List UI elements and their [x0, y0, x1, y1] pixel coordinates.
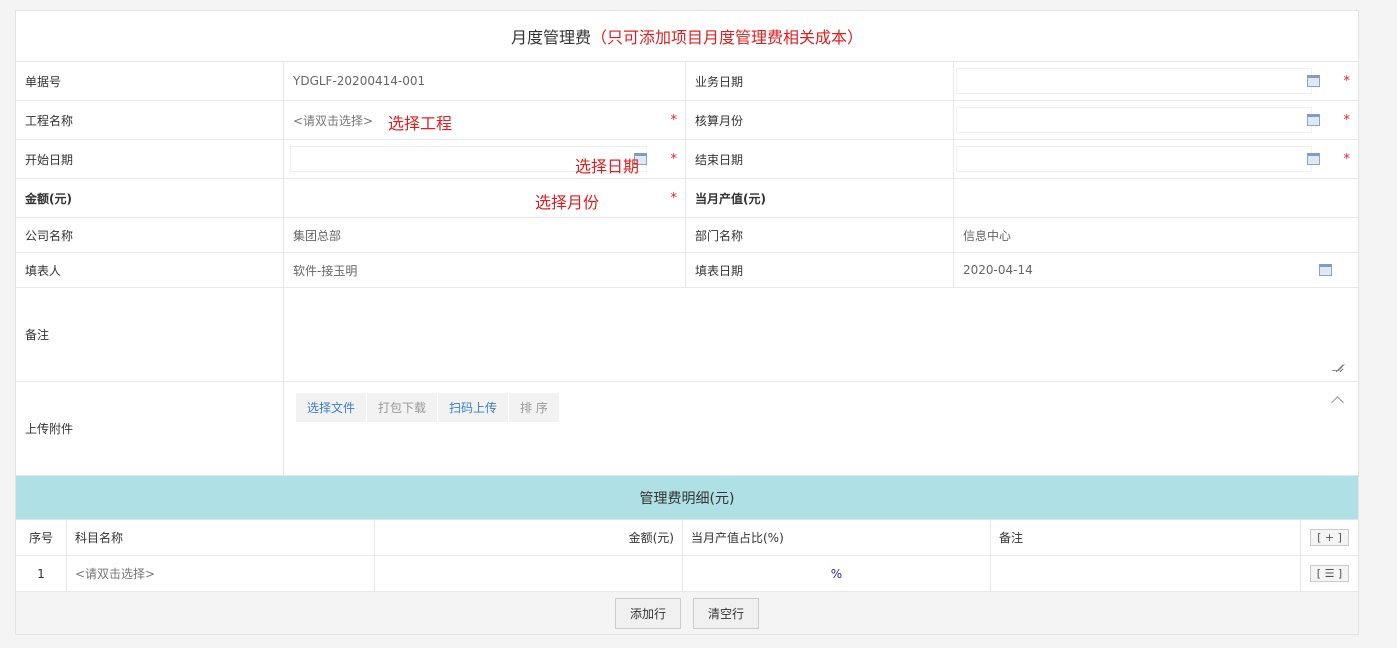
col-amount: 金额(元): [375, 520, 683, 555]
amount-annotation: 选择月份: [535, 193, 600, 212]
calendar-icon[interactable]: [1307, 75, 1320, 87]
add-icon[interactable]: [ + ]: [1310, 529, 1349, 546]
row-remark[interactable]: [991, 556, 1301, 591]
required-mark: *: [1343, 112, 1351, 128]
fill-date-field[interactable]: 2020-04-14: [954, 253, 1358, 287]
acct-month-label: 核算月份: [686, 101, 954, 139]
clear-rows-button[interactable]: 清空行: [693, 597, 760, 629]
calendar-icon[interactable]: [1307, 114, 1320, 126]
fill-date-value[interactable]: 2020-04-14: [963, 263, 1033, 277]
project-field[interactable]: <请双击选择> 选择工程 *: [284, 101, 686, 139]
amount-field[interactable]: 选择月份 *: [284, 179, 686, 217]
output-value: [954, 179, 1358, 217]
required-mark: *: [1343, 151, 1351, 167]
row-subject[interactable]: <请双击选择>: [67, 556, 375, 591]
col-pct: 当月产值占比(%): [683, 520, 991, 555]
end-date-field[interactable]: *: [954, 140, 1358, 178]
project-label: 工程名称: [16, 101, 284, 139]
biz-date-input[interactable]: [956, 68, 1312, 94]
company-label: 公司名称: [16, 218, 284, 252]
upload-label: 上传附件: [16, 382, 284, 475]
form-title-text: 月度管理费: [510, 28, 591, 47]
form-row: 工程名称 <请双击选择> 选择工程 * 核算月份 *: [16, 101, 1358, 140]
table-row: 1 <请双击选择> % [ ☰ ]: [16, 556, 1358, 592]
doc-no-label: 单据号: [16, 62, 284, 100]
form-row: 公司名称 集团总部 部门名称 信息中心: [16, 218, 1358, 253]
acct-month-input[interactable]: [956, 107, 1312, 133]
scan-upload-button[interactable]: 扫码上传: [438, 393, 509, 422]
collapse-chevron-icon[interactable]: [1331, 396, 1344, 409]
calendar-icon[interactable]: [1319, 264, 1332, 276]
form-title: 月度管理费 （只可添加项目月度管理费相关成本）: [16, 11, 1358, 62]
add-row-button[interactable]: 添加行: [614, 597, 681, 629]
company-value: 集团总部: [284, 218, 686, 252]
upload-area: 选择文件 打包下载 扫码上传 排 序: [284, 382, 1358, 475]
detail-header-row: 序号 科目名称 金额(元) 当月产值占比(%) 备注 [ + ]: [16, 520, 1358, 556]
required-mark: *: [670, 151, 678, 167]
remark-field[interactable]: [284, 288, 1358, 381]
choose-file-button[interactable]: 选择文件: [296, 393, 367, 422]
filler-value: 软件-接玉明: [284, 253, 686, 287]
fill-date-label: 填表日期: [686, 253, 954, 287]
dept-label: 部门名称: [686, 218, 954, 252]
row-menu-cell: [ ☰ ]: [1301, 556, 1358, 591]
dept-value: 信息中心: [963, 228, 1012, 243]
row-amount[interactable]: [375, 556, 683, 591]
calendar-icon[interactable]: [1307, 153, 1320, 165]
menu-icon[interactable]: [ ☰ ]: [1309, 565, 1350, 582]
form-row: 上传附件 选择文件 打包下载 扫码上传 排 序: [16, 382, 1358, 476]
form-title-note: （只可添加项目月度管理费相关成本）: [591, 28, 864, 47]
required-mark: *: [670, 190, 678, 206]
doc-no-value: YDGLF-20200414-001: [284, 62, 686, 100]
form-row: 金额(元) 选择月份 * 当月产值(元): [16, 179, 1358, 218]
required-mark: *: [1343, 73, 1351, 89]
amount-label: 金额(元): [16, 179, 284, 217]
biz-date-label: 业务日期: [686, 62, 954, 100]
form-row: 填表人 软件-接玉明 填表日期 2020-04-14: [16, 253, 1358, 288]
form-row: 备注: [16, 288, 1358, 382]
row-pct[interactable]: %: [683, 556, 991, 591]
add-row-icon-cell: [ + ]: [1301, 520, 1358, 555]
project-annotation: 选择工程: [388, 114, 453, 133]
remark-textarea[interactable]: [292, 296, 1344, 373]
pack-download-button[interactable]: 打包下载: [367, 393, 438, 422]
start-date-label: 开始日期: [16, 140, 284, 178]
acct-month-field[interactable]: *: [954, 101, 1358, 139]
output-label: 当月产值(元): [686, 179, 954, 217]
monthly-fee-form: 月度管理费 （只可添加项目月度管理费相关成本） 单据号 YDGLF-2020041…: [15, 10, 1359, 635]
end-date-label: 结束日期: [686, 140, 954, 178]
detail-title: 管理费明细(元): [16, 476, 1358, 520]
table-footer: 添加行 清空行: [16, 592, 1358, 634]
required-mark: *: [670, 112, 678, 128]
sort-button[interactable]: 排 序: [509, 393, 559, 422]
project-hint[interactable]: <请双击选择>: [293, 112, 373, 129]
remark-label: 备注: [16, 288, 284, 381]
form-row: 开始日期 选择日期 * 结束日期 *: [16, 140, 1358, 179]
col-remark: 备注: [991, 520, 1301, 555]
row-no: 1: [16, 556, 67, 591]
form-row: 单据号 YDGLF-20200414-001 业务日期 *: [16, 62, 1358, 101]
start-date-field[interactable]: 选择日期 *: [284, 140, 686, 178]
end-date-input[interactable]: [956, 146, 1312, 172]
start-date-annotation: 选择日期: [575, 157, 640, 176]
col-subject: 科目名称: [67, 520, 375, 555]
biz-date-field[interactable]: *: [954, 62, 1358, 100]
filler-label: 填表人: [16, 253, 284, 287]
col-no: 序号: [16, 520, 67, 555]
